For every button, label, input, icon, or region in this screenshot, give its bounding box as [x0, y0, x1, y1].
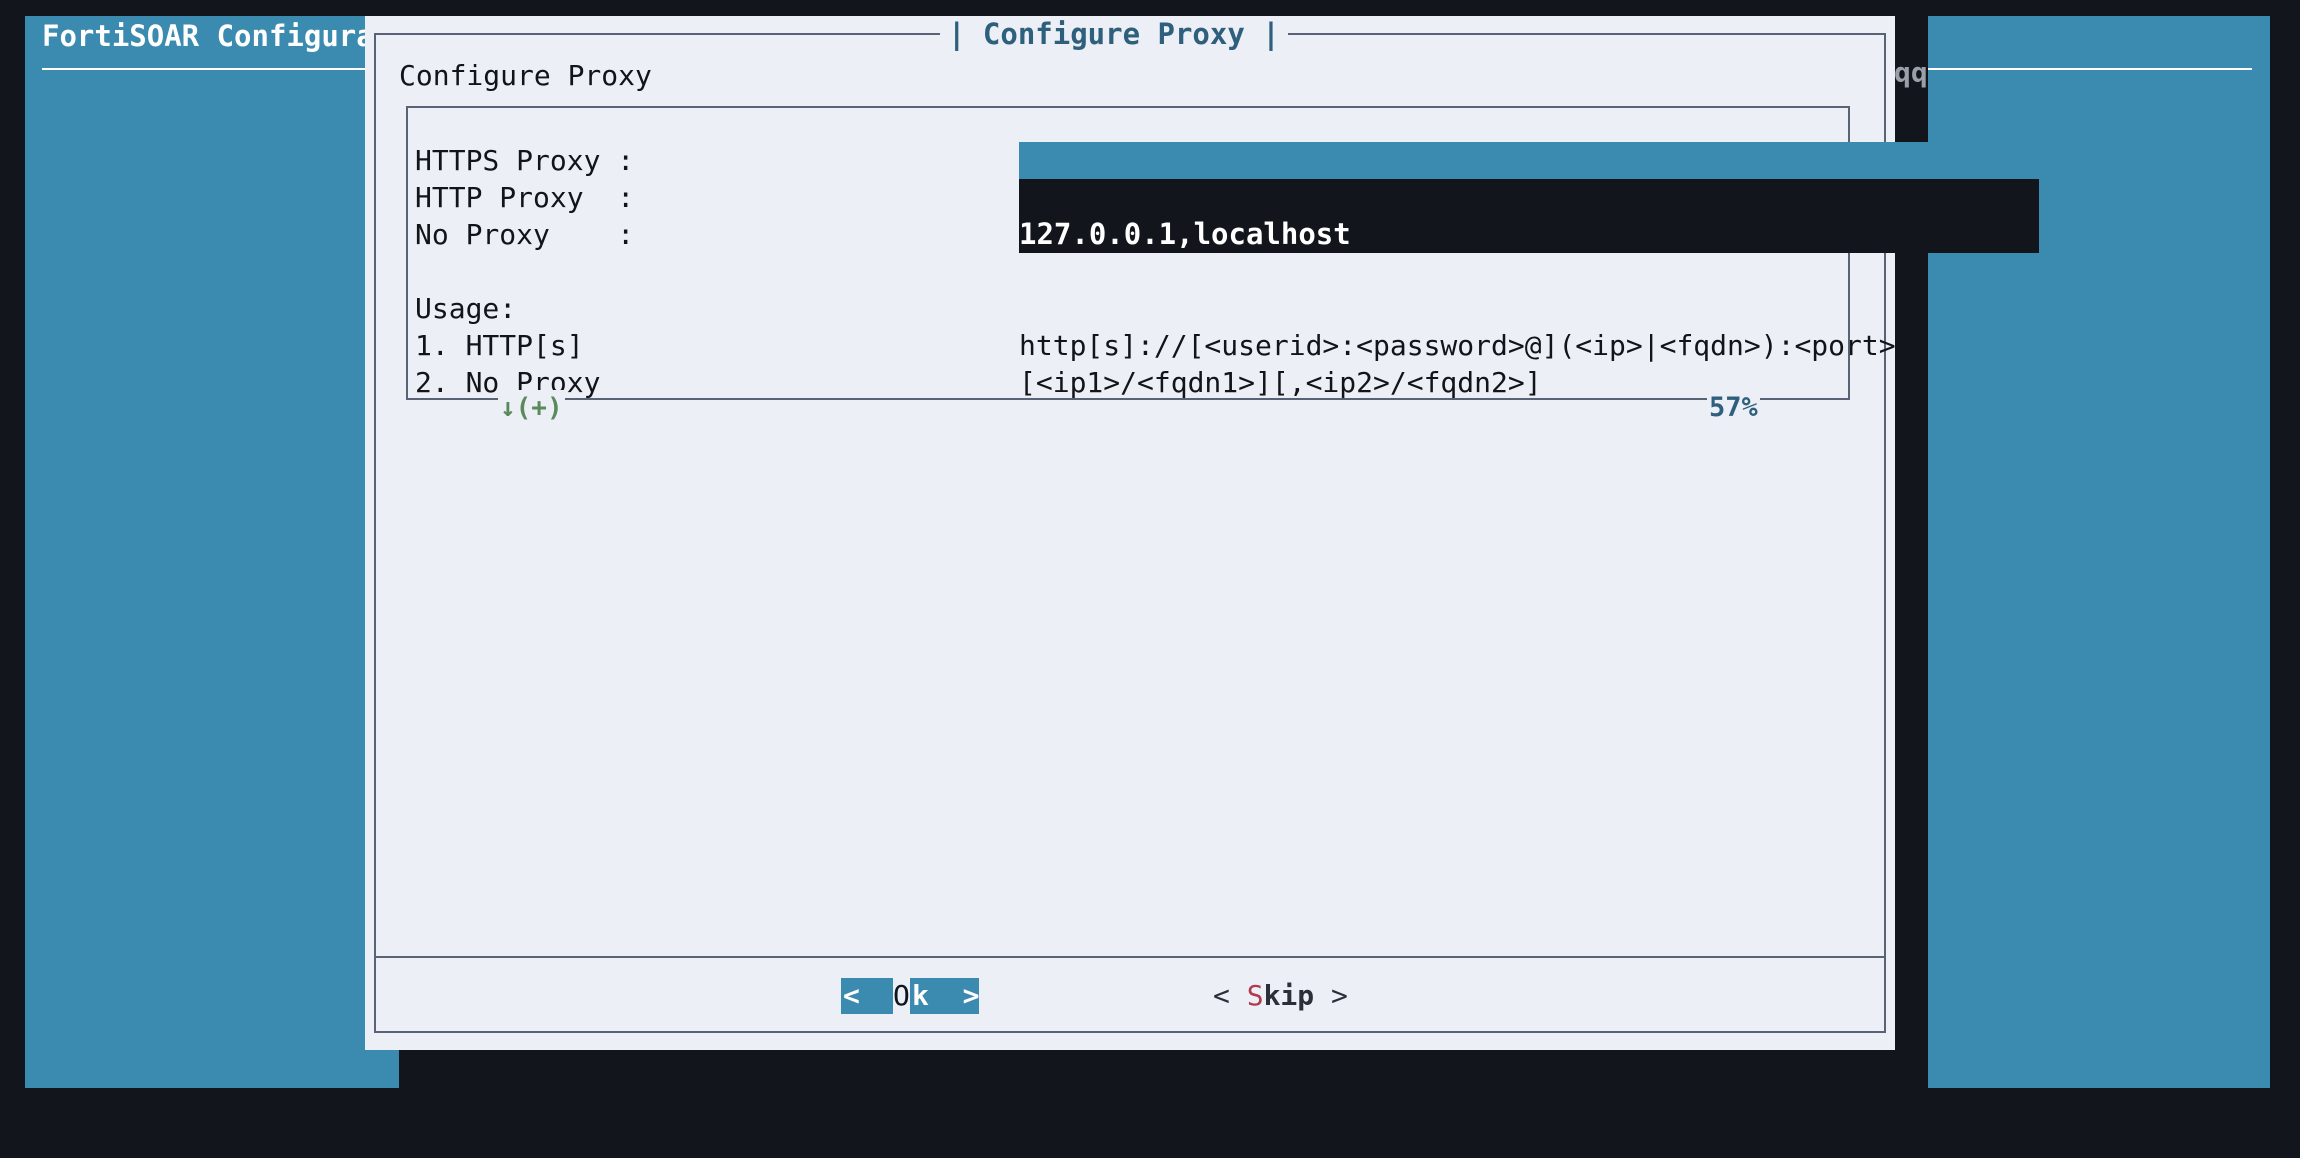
button-divider: [374, 956, 1886, 958]
https-proxy-input[interactable]: [1019, 142, 2039, 179]
usage-line-text: [<ip1>/<fqdn1>][,<ip2>/<fqdn2>]: [1019, 366, 1542, 399]
background-panel-left: [25, 16, 399, 1088]
skip-button-label: kip: [1263, 979, 1315, 1012]
http-proxy-input[interactable]: [1019, 179, 2039, 216]
scroll-percent: 57%: [1707, 390, 1760, 426]
background-fragment: qq: [1894, 56, 1928, 89]
http-proxy-label: HTTP Proxy :: [415, 181, 635, 214]
scroll-down-indicator[interactable]: ↓(+): [498, 390, 565, 426]
configure-proxy-dialog: | Configure Proxy | Configure Proxy HTTP…: [365, 16, 2039, 1050]
dialog-title: | Configure Proxy |: [940, 16, 1288, 52]
skip-button[interactable]: < Skip >: [1213, 978, 1348, 1014]
no-proxy-input[interactable]: 127.0.0.1,localhost: [1019, 216, 2039, 253]
background-title: FortiSOAR Configura: [42, 19, 374, 53]
https-proxy-label: HTTPS Proxy :: [415, 144, 635, 177]
usage-heading: Usage:: [415, 292, 517, 325]
ok-button[interactable]: < O k >: [841, 978, 979, 1014]
skip-button-hotkey: S: [1246, 979, 1264, 1012]
ok-button-left: <: [841, 978, 894, 1014]
dialog-subtitle: Configure Proxy: [399, 59, 652, 92]
skip-button-open: <: [1213, 979, 1247, 1012]
ok-button-right: k >: [910, 978, 980, 1014]
ok-button-hotkey: O: [893, 978, 910, 1014]
usage-line-text: http[s]://[<userid>:<password>@](<ip>|<f…: [1019, 329, 1896, 362]
skip-button-close: >: [1314, 979, 1348, 1012]
usage-line-label: 1. HTTP[s]: [415, 329, 584, 362]
no-proxy-label: No Proxy :: [415, 218, 635, 251]
